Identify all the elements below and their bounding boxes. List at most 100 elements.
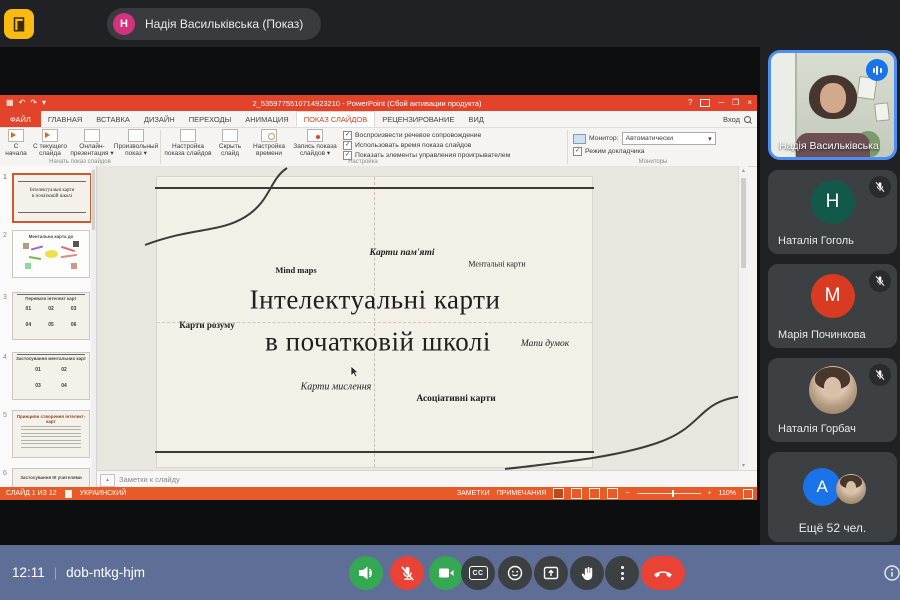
- present-online-button[interactable]: Онлайн- презентация ▾: [70, 129, 114, 158]
- slide-thumbnail-2[interactable]: Ментальна карта до: [12, 230, 90, 278]
- setup-slideshow-button[interactable]: Настройка показа слайдов: [163, 129, 213, 158]
- presenter-label: Надія Васильківська (Показ): [145, 17, 304, 31]
- zoom-in-icon[interactable]: +: [708, 490, 712, 497]
- editor-scrollbar[interactable]: ▴ ▾: [738, 166, 748, 470]
- participant-tile[interactable]: М Марія Починкова: [768, 264, 897, 348]
- slideshow-view-icon[interactable]: [607, 488, 619, 499]
- zoom-out-icon[interactable]: −: [625, 490, 629, 497]
- avatar-photo: [836, 474, 866, 504]
- speaker-icon: [359, 566, 372, 580]
- raise-hand-button[interactable]: [570, 556, 604, 590]
- tab-design[interactable]: ДИЗАЙН: [137, 111, 182, 127]
- zoom-slider[interactable]: [636, 490, 701, 497]
- slide-label-associative-maps[interactable]: Асоціативні карти: [416, 394, 495, 404]
- presenter-pill[interactable]: Н Надія Васильківська (Показ): [107, 8, 322, 40]
- group-label-monitors: Мониторы: [638, 159, 668, 165]
- tab-animations[interactable]: АНИМАЦИЯ: [238, 111, 295, 127]
- slide-title-line1[interactable]: Інтелектуальні карти: [250, 285, 501, 316]
- slide-canvas[interactable]: Карти пам'яті Mind maps Ментальні карти …: [144, 167, 746, 470]
- avatar-photo: [808, 366, 857, 414]
- reading-view-icon[interactable]: [589, 488, 601, 499]
- slide-label-thinking-maps[interactable]: Карти мислення: [301, 382, 372, 393]
- notes-toggle[interactable]: ЗАМЕТКИ: [457, 490, 490, 497]
- slide-label-reason-maps[interactable]: Карти розуму: [179, 320, 235, 330]
- slide-label-mind-maps[interactable]: Mind maps: [275, 265, 316, 275]
- present-screen-button[interactable]: [534, 556, 568, 590]
- minimize-button[interactable]: ─: [718, 99, 724, 107]
- fit-to-window-icon[interactable]: [743, 488, 753, 499]
- tab-file[interactable]: ФАЙЛ: [0, 111, 41, 127]
- slide-thumbnail-6[interactable]: Застосування ІК учителями: [12, 468, 90, 487]
- hide-slide-button[interactable]: Скрыть слайд: [213, 129, 247, 158]
- group-separator: [160, 130, 161, 164]
- from-current-slide-button[interactable]: С текущего слайда: [30, 129, 70, 158]
- tile-name: Марія Починкова: [778, 329, 866, 341]
- tab-home[interactable]: ГЛАВНАЯ: [41, 111, 89, 127]
- panel-scrollbar[interactable]: [91, 166, 96, 487]
- tab-view[interactable]: ВИД: [461, 111, 490, 127]
- app-logo[interactable]: [4, 9, 34, 39]
- scrollbar-thumb[interactable]: [741, 178, 746, 268]
- ribbon-options-icon[interactable]: [700, 99, 711, 107]
- more-options-button[interactable]: [605, 556, 639, 590]
- more-participants-label: Ещё 52 чел.: [798, 521, 867, 535]
- door-icon: [13, 17, 25, 32]
- spellcheck-icon[interactable]: [64, 489, 72, 498]
- undo-icon[interactable]: ↶: [19, 99, 26, 107]
- slide-sorter-view-icon[interactable]: [571, 488, 583, 499]
- thumb-number: 6: [3, 470, 7, 477]
- slide-thumbnail-1[interactable]: Інтелектуальні карти в початковій школі: [12, 173, 92, 223]
- slide-thumbnail-5[interactable]: Принципи створення інтелект-карт: [12, 410, 90, 458]
- camera-button[interactable]: [429, 556, 463, 590]
- save-icon[interactable]: ▦: [6, 99, 14, 107]
- self-video-tile[interactable]: Надія Васильківська: [768, 50, 897, 160]
- close-button[interactable]: ×: [747, 99, 752, 107]
- slide-title-line2[interactable]: в початковій школі: [265, 327, 491, 358]
- sign-in-link[interactable]: Вход: [723, 115, 740, 124]
- custom-slideshow-button[interactable]: Произвольный показ ▾: [114, 129, 158, 158]
- scroll-up-icon[interactable]: ▴: [739, 167, 748, 174]
- tab-transitions[interactable]: ПЕРЕХОДЫ: [182, 111, 239, 127]
- notes-splitter[interactable]: ▴: [100, 474, 115, 487]
- overflow-participants-tile[interactable]: А Ещё 52 чел.: [768, 452, 897, 542]
- search-icon[interactable]: [744, 115, 751, 123]
- end-call-button[interactable]: [641, 556, 685, 590]
- slide-label-memory-maps[interactable]: Карти пам'яті: [370, 248, 435, 258]
- tab-slideshow[interactable]: ПОКАЗ СЛАЙДОВ: [295, 111, 376, 127]
- mic-off-icon: [400, 565, 414, 581]
- comments-toggle[interactable]: ПРИМЕЧАНИЯ: [497, 490, 547, 497]
- tab-insert[interactable]: ВСТАВКА: [89, 111, 137, 127]
- slide-thumbnail-4[interactable]: Застосування ментальних карт 01 02 03 04: [12, 352, 90, 400]
- tab-review[interactable]: РЕЦЕНЗИРОВАНИЕ: [375, 111, 461, 127]
- notes-pane[interactable]: ▴ Заметки к слайду: [97, 470, 757, 488]
- checkbox-play-narrations[interactable]: ✓ Воспроизвести речевое сопровождение: [343, 131, 481, 140]
- rehearse-timings-button[interactable]: Настройка времени: [247, 129, 291, 158]
- captions-button[interactable]: CC: [461, 556, 495, 590]
- checkbox-presenter-view[interactable]: ✓ Режим докладчика: [573, 147, 645, 156]
- hand-icon: [581, 566, 592, 580]
- monitor-select[interactable]: Автоматически ▾: [621, 132, 716, 145]
- record-slideshow-button[interactable]: Запись показа слайдов ▾: [291, 129, 339, 158]
- slide-thumbnail-panel: 1 Інтелектуальні карти в початковій школ…: [0, 166, 97, 487]
- restore-button[interactable]: ❐: [732, 99, 739, 107]
- mic-muted-icon: [869, 176, 891, 198]
- redo-icon[interactable]: ↷: [30, 99, 37, 107]
- slide-label-thought-maps[interactable]: Мапи думок: [521, 339, 569, 349]
- zoom-level[interactable]: 110%: [719, 490, 736, 497]
- meeting-details-button[interactable]: [883, 564, 900, 582]
- participant-tile[interactable]: Наталія Горбач: [768, 358, 897, 442]
- from-current-slide-icon: [42, 129, 58, 142]
- speaker-button[interactable]: [349, 556, 383, 590]
- scroll-down-icon[interactable]: ▾: [739, 462, 748, 469]
- checkbox-use-timings[interactable]: ✓ Использовать время показа слайдов: [343, 141, 471, 150]
- language-label[interactable]: УКРАИНСКИЙ: [80, 490, 127, 497]
- slide-thumbnail-3[interactable]: Переваги інтелект карт 01 02 03 04 05 06: [12, 292, 90, 340]
- normal-view-icon[interactable]: [553, 488, 565, 499]
- participant-tile[interactable]: Н Наталія Гоголь: [768, 170, 897, 254]
- from-beginning-button[interactable]: Сначала: [2, 129, 30, 158]
- reactions-button[interactable]: [498, 556, 532, 590]
- help-button[interactable]: ?: [688, 99, 692, 107]
- mic-muted-button[interactable]: [390, 556, 424, 590]
- group-separator: [567, 130, 568, 164]
- slide-label-mental-maps[interactable]: Ментальні карти: [468, 260, 525, 269]
